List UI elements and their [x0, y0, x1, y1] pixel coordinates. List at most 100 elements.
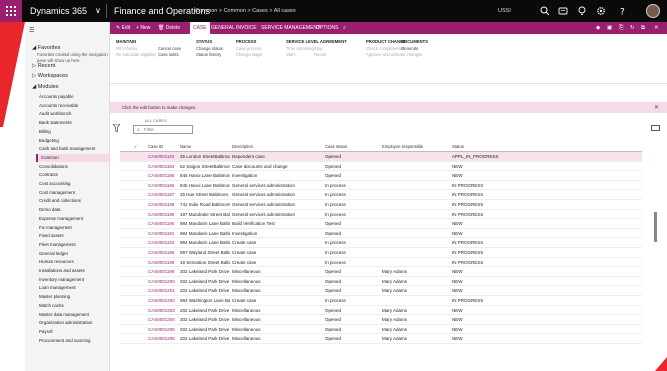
- cell-case-id[interactable]: CAS0001193: [148, 240, 174, 245]
- close-form-icon[interactable]: ✕: [654, 25, 659, 31]
- row-checkbox[interactable]: [134, 279, 139, 284]
- nav-item-match-cache[interactable]: Match cache: [36, 302, 109, 310]
- column-header-case-id[interactable]: Case ID: [148, 144, 163, 149]
- nav-item-loan-management[interactable]: Loan management: [36, 284, 109, 292]
- tab-general[interactable]: GENERAL: [211, 25, 235, 31]
- change-status-button[interactable]: Change status: [196, 46, 223, 51]
- cell-case-id[interactable]: CAS0001189: [148, 212, 174, 217]
- start-button[interactable]: Start: [286, 52, 295, 57]
- new-button[interactable]: + New: [136, 25, 150, 31]
- case-tasks-button[interactable]: Case tasks: [158, 52, 179, 57]
- row-checkbox[interactable]: [134, 173, 139, 178]
- check-completeness-button[interactable]: Check completeness: [366, 46, 405, 51]
- side-panel-icon[interactable]: [651, 125, 660, 131]
- recall-button[interactable]: Recall: [314, 52, 326, 57]
- table-row[interactable]: CAS0001205 202 Lakeland Park Drive Baltim…: [120, 325, 642, 335]
- table-row[interactable]: CAS0001189 187 Mandrake Street Baltimore,…: [120, 210, 642, 220]
- filter-input[interactable]: ⌕ Filter: [133, 125, 193, 134]
- hamburger-icon[interactable]: ☰: [29, 27, 34, 34]
- nav-workspaces[interactable]: ▷ Workspaces: [32, 73, 68, 79]
- column-header-description[interactable]: Description: [232, 144, 253, 149]
- nav-item-bank-statements[interactable]: Bank statements: [36, 119, 109, 127]
- table-row[interactable]: CAS0001206 202 Lakeland Park Drive Baltim…: [120, 334, 642, 344]
- nav-item-accounts-receivable[interactable]: Accounts receivable: [36, 102, 109, 110]
- message-icon[interactable]: [558, 6, 568, 16]
- row-checkbox[interactable]: [134, 327, 139, 332]
- nav-item-inventory-management[interactable]: Inventory management: [36, 276, 109, 284]
- row-checkbox[interactable]: [134, 192, 139, 197]
- nav-item-consolidations[interactable]: Consolidations: [36, 163, 109, 171]
- tab-service-management[interactable]: SERVICE MANAGEMENT: [261, 25, 320, 31]
- table-row[interactable]: CAS0001199 202 Lakeland Park Drive Baltim…: [120, 267, 642, 277]
- cell-case-id[interactable]: CAS0001191: [148, 231, 174, 236]
- row-checkbox[interactable]: [134, 288, 139, 293]
- row-checkbox[interactable]: [134, 308, 139, 313]
- column-header-employee-responsible[interactable]: Employee responsible: [382, 144, 423, 149]
- tab-case[interactable]: CASE: [190, 22, 210, 34]
- table-row[interactable]: CAS0001183 25 London StreetBaltimore, MD …: [120, 152, 642, 162]
- table-row[interactable]: CAS0001184 62 Saigon StreetBaltimore, MD …: [120, 162, 642, 172]
- cell-case-id[interactable]: CAS0001195: [148, 250, 174, 255]
- table-row[interactable]: CAS0001203 202 Lakeland Park Drive Baltim…: [120, 306, 642, 316]
- nav-item-cost-management[interactable]: Cost management: [36, 189, 109, 197]
- table-row[interactable]: CAS0001193 984 Mandarin Lane Baltimore, .…: [120, 238, 642, 248]
- row-checkbox[interactable]: [134, 231, 139, 236]
- approve-and-activate-changes-button[interactable]: Approve and activate changes: [366, 52, 422, 57]
- table-row[interactable]: CAS0001187 25 Hue Street Baltimore, MD 21…: [120, 190, 642, 200]
- delete-button[interactable]: 🗑 Delete: [158, 25, 180, 31]
- nav-item-cash-and-bank-management[interactable]: Cash and bank management: [36, 145, 109, 153]
- cell-case-id[interactable]: CAS0001187: [148, 192, 174, 197]
- cell-case-id[interactable]: CAS0001205: [148, 327, 175, 332]
- table-row[interactable]: CAS0001204 202 Lakeland Park Drive Baltim…: [120, 315, 642, 325]
- close-icon[interactable]: ✕: [654, 104, 659, 111]
- nav-item-accounts-payable[interactable]: Accounts payable: [36, 93, 109, 101]
- cell-case-id[interactable]: CAS0001204: [148, 317, 175, 322]
- nav-item-audit-workbench[interactable]: Audit workbench: [36, 110, 109, 118]
- nav-item-general-ledger[interactable]: General ledger: [36, 250, 109, 258]
- row-checkbox[interactable]: [134, 164, 139, 169]
- column-header-status[interactable]: Status: [452, 144, 464, 149]
- user-avatar[interactable]: [646, 4, 660, 18]
- table-row[interactable]: CAS0001190 984 Mandarin Lane Baltimore, .…: [120, 219, 642, 229]
- cell-case-id[interactable]: CAS0001190: [148, 221, 174, 226]
- filter-icon[interactable]: [113, 124, 120, 132]
- fill-in-forms-button[interactable]: Fill in forms: [116, 46, 137, 51]
- cell-case-id[interactable]: CAS0001206: [148, 336, 175, 341]
- row-checkbox[interactable]: [134, 221, 139, 226]
- nav-item-master-planning[interactable]: Master planning: [36, 293, 109, 301]
- nav-item-demo-data[interactable]: Demo data: [36, 206, 109, 214]
- nav-favorites[interactable]: ◢ Favorites: [32, 45, 60, 51]
- nav-item-fixed-assets[interactable]: Fixed assets: [36, 232, 109, 240]
- nav-item-fleet-management[interactable]: Fleet management: [36, 241, 109, 249]
- grid-scrollbar[interactable]: [654, 212, 657, 242]
- table-row[interactable]: CAS0001195 897 Wayland Street Baltimore, …: [120, 248, 642, 258]
- re-calculate-eligibility-button[interactable]: Re-calculate eligibility: [116, 52, 156, 57]
- help-icon[interactable]: ?: [617, 6, 627, 17]
- cell-case-id[interactable]: CAS0001185: [148, 173, 174, 178]
- search-icon[interactable]: [540, 6, 550, 16]
- attach-icon[interactable]: ⎘: [619, 25, 623, 32]
- edit-button[interactable]: ✎ Edit: [116, 25, 130, 31]
- ribbon-search-icon[interactable]: ⌕: [343, 25, 346, 31]
- nav-item-payroll[interactable]: Payroll: [36, 328, 109, 336]
- app-launcher-waffle-icon[interactable]: [0, 0, 22, 22]
- diamond-icon[interactable]: ◆: [596, 25, 600, 31]
- row-checkbox[interactable]: [134, 212, 139, 217]
- cell-case-id[interactable]: CAS0001200: [148, 279, 175, 284]
- nav-item-credit-and-collections[interactable]: Credit and collections: [36, 197, 109, 205]
- nav-item-human-resources[interactable]: Human resources: [36, 258, 109, 266]
- nav-item-billing[interactable]: Billing: [36, 128, 109, 136]
- nav-item-installations-and-assets[interactable]: Installations and assets: [36, 267, 109, 275]
- nav-modules[interactable]: ◢ Modules: [32, 84, 59, 90]
- company-picker[interactable]: USSI: [498, 8, 511, 14]
- breadcrumb[interactable]: Common > Common > Cases > All cases: [195, 8, 296, 14]
- cell-case-id[interactable]: CAS0001183: [148, 154, 174, 159]
- cell-case-id[interactable]: CAS0001188: [148, 202, 174, 207]
- cell-case-id[interactable]: CAS0001202: [148, 298, 175, 303]
- popout-icon[interactable]: ⧉: [641, 25, 645, 32]
- cell-case-id[interactable]: CAS0001201: [148, 288, 175, 293]
- cancel-case-button[interactable]: Cancel case: [158, 46, 181, 51]
- column-header-case-status[interactable]: Case status: [325, 144, 347, 149]
- tab-invoice[interactable]: INVOICE: [236, 25, 257, 31]
- nav-item-master-data-management[interactable]: Master data management: [36, 311, 109, 319]
